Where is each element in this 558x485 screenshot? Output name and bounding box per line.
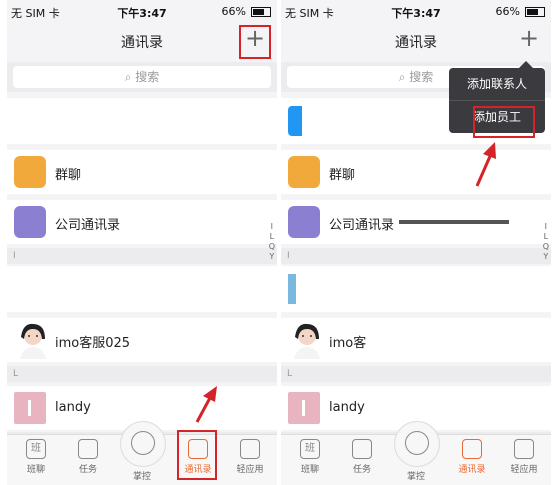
list-item-company-directory[interactable]: 公司通讯录 <box>7 200 277 244</box>
control-label: 掌控 <box>406 472 425 482</box>
tab-label: 班聊 <box>300 465 319 475</box>
tab-label: 轻应用 <box>236 465 264 475</box>
index-letter[interactable]: Q <box>269 242 275 252</box>
add-contact-item[interactable]: 添加联系人 <box>449 68 545 100</box>
battery-percent: 66% <box>221 5 246 18</box>
list-item-blank[interactable] <box>7 266 277 312</box>
company-directory-label: 公司通讯录 <box>329 218 395 233</box>
index-letter[interactable]: Y <box>543 252 549 262</box>
index-letter[interactable]: I <box>269 222 275 232</box>
index-letter[interactable]: I <box>543 222 549 232</box>
cube-icon <box>240 439 260 459</box>
highlight-box <box>177 430 217 480</box>
tab-light-app[interactable]: 轻应用 <box>497 439 551 475</box>
inbox-icon <box>78 439 98 459</box>
index-letter[interactable]: L <box>269 232 275 242</box>
search-input[interactable]: ⌕ 搜索 <box>13 66 271 88</box>
tab-banliao[interactable]: 班班聊 <box>283 439 337 475</box>
list-item-group-chat[interactable]: 群聊 <box>281 150 551 194</box>
status-bar: 无 SIM 卡 下午3:47 66% <box>281 0 551 22</box>
search-placeholder: 搜索 <box>409 70 434 84</box>
arrow-annotation <box>475 142 496 187</box>
alphabet-index[interactable]: I L Q Y <box>269 222 275 262</box>
group-chat-icon <box>14 156 46 188</box>
battery-icon <box>525 6 545 17</box>
section-header-l: L <box>7 366 277 382</box>
redaction-bar <box>399 220 509 224</box>
list-item-imo-service[interactable]: imo客服025 <box>7 318 277 362</box>
tab-label: 轻应用 <box>510 465 538 475</box>
gear-icon <box>131 431 155 455</box>
highlight-box <box>473 106 535 138</box>
imo-service-label: imo客 <box>329 336 367 351</box>
cube-icon <box>514 439 534 459</box>
index-letter[interactable]: L <box>543 232 549 242</box>
nav-bar: 通讯录 + <box>7 22 277 59</box>
imo-service-label: imo客服025 <box>55 336 131 351</box>
arrow-annotation <box>195 386 217 423</box>
landy-label: landy <box>329 400 365 415</box>
app-icon <box>288 106 302 136</box>
tab-label: 班聊 <box>26 465 45 475</box>
tab-banliao[interactable]: 班班聊 <box>9 439 63 475</box>
phone-right: 无 SIM 卡 下午3:47 66% 通讯录 + ⌕ 搜索 群聊 公司通讯录 I… <box>281 0 551 485</box>
list-item-blank[interactable] <box>281 266 551 312</box>
list-item-group-chat[interactable]: 群聊 <box>7 150 277 194</box>
gear-icon <box>405 431 429 455</box>
battery-percent: 66% <box>495 5 520 18</box>
list-item-blank[interactable] <box>7 98 277 144</box>
tab-bar: 班班聊 任务 掌控 通讯录 轻应用 <box>7 421 277 485</box>
tab-task[interactable]: 任务 <box>61 439 115 475</box>
avatar <box>294 323 320 359</box>
highlight-box <box>239 25 271 59</box>
company-directory-label: 公司通讯录 <box>55 218 121 233</box>
page-title: 通讯录 <box>395 35 437 51</box>
avatar <box>20 323 46 359</box>
avatar <box>14 392 46 424</box>
search-placeholder: 搜索 <box>135 70 160 84</box>
section-header-l: L <box>281 366 551 382</box>
tab-contacts[interactable]: 通讯录 <box>445 439 499 475</box>
alphabet-index[interactable]: I L Q Y <box>543 222 549 262</box>
add-button[interactable]: + <box>517 24 541 52</box>
list-item-imo-service[interactable]: imo客 <box>281 318 551 362</box>
tab-bar: 班班聊 任务 掌控 通讯录 轻应用 <box>281 421 551 485</box>
search-bar: ⌕ 搜索 <box>7 62 277 92</box>
group-chat-label: 群聊 <box>55 168 82 183</box>
tab-label: 任务 <box>78 465 97 475</box>
group-chat-icon <box>288 156 320 188</box>
status-bar: 无 SIM 卡 下午3:47 66% <box>7 0 277 22</box>
directory-icon <box>288 206 320 238</box>
section-header-i: I <box>7 248 277 264</box>
banliao-icon: 班 <box>26 439 46 459</box>
control-button[interactable] <box>394 421 440 467</box>
control-label: 掌控 <box>132 472 151 482</box>
nav-bar: 通讯录 + <box>281 22 551 58</box>
list-item-company-directory[interactable]: 公司通讯录 <box>281 200 551 244</box>
index-letter[interactable]: Q <box>543 242 549 252</box>
page-title: 通讯录 <box>121 35 163 51</box>
tab-label: 通讯录 <box>458 465 486 475</box>
landy-label: landy <box>55 400 91 415</box>
avatar <box>288 392 320 424</box>
directory-icon <box>14 206 46 238</box>
banliao-icon: 班 <box>300 439 320 459</box>
contacts-icon <box>462 439 482 459</box>
section-header-i: I <box>281 248 551 264</box>
tab-label: 任务 <box>352 465 371 475</box>
index-letter[interactable]: Y <box>269 252 275 262</box>
tab-task[interactable]: 任务 <box>335 439 389 475</box>
control-button[interactable] <box>120 421 166 467</box>
tab-light-app[interactable]: 轻应用 <box>223 439 277 475</box>
phone-left: 无 SIM 卡 下午3:47 66% 通讯录 + ⌕ 搜索 群聊 公司通讯录 I… <box>7 0 277 485</box>
battery-icon <box>251 6 271 17</box>
app-icon <box>288 274 296 304</box>
group-chat-label: 群聊 <box>329 168 356 183</box>
inbox-icon <box>352 439 372 459</box>
